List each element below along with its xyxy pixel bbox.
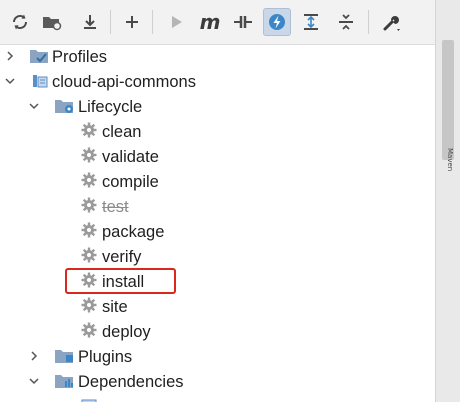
- chevron-down-icon[interactable]: [28, 375, 40, 387]
- generate-sources-icon[interactable]: [38, 8, 66, 36]
- lifecycle-goal-deploy[interactable]: deploy: [0, 319, 436, 344]
- add-icon[interactable]: [118, 8, 146, 36]
- chevron-right-icon[interactable]: [4, 50, 16, 62]
- maven-goal-glyph: m: [199, 10, 221, 34]
- toolbar-separator: [152, 10, 153, 34]
- chevron-down-icon[interactable]: [4, 75, 16, 87]
- lifecycle-goal-site[interactable]: site: [0, 294, 436, 319]
- maven-goal-icon[interactable]: m: [196, 8, 224, 36]
- gear-icon: [80, 296, 98, 319]
- gear-icon: [80, 121, 98, 144]
- goal-label: verify: [102, 248, 142, 266]
- run-icon[interactable]: [163, 8, 191, 36]
- gear-icon: [80, 321, 98, 344]
- gear-icon: [80, 196, 98, 219]
- lifecycle-folder-icon: [55, 100, 73, 113]
- plugins-folder-icon: [55, 350, 73, 363]
- toolbar-separator: [110, 10, 111, 34]
- lifecycle-goal-test[interactable]: test: [0, 194, 436, 219]
- lifecycle-goal-package[interactable]: package: [0, 219, 436, 244]
- tree-node-dependency-partial[interactable]: [0, 394, 436, 402]
- gear-icon: [80, 246, 98, 269]
- goal-label: site: [102, 298, 128, 316]
- tree-node-label: Profiles: [52, 48, 108, 66]
- chevron-down-icon[interactable]: [28, 100, 40, 112]
- gear-icon: [80, 146, 98, 169]
- reload-icon[interactable]: [6, 8, 34, 36]
- maven-side-tab[interactable]: Maven: [442, 40, 454, 171]
- chevron-right-icon[interactable]: [28, 350, 40, 362]
- tree-node-dependencies[interactable]: Dependencies: [0, 369, 436, 394]
- tree-node-label: Plugins: [78, 348, 133, 366]
- gear-icon: [80, 221, 98, 244]
- goal-label: compile: [102, 173, 159, 191]
- goal-label: deploy: [102, 323, 151, 341]
- tree-node-label: Dependencies: [78, 373, 184, 391]
- tree-node-plugins[interactable]: Plugins: [0, 344, 436, 369]
- tree-node-label: Lifecycle: [78, 98, 143, 116]
- install-highlight-box: [65, 268, 176, 294]
- maven-toolbar: m: [0, 0, 436, 45]
- collapse-all-icon[interactable]: [332, 8, 360, 36]
- download-icon[interactable]: [76, 8, 104, 36]
- goal-label: validate: [102, 148, 159, 166]
- folder-icon: [30, 50, 48, 63]
- maven-side-tab-label: Maven: [446, 148, 453, 172]
- lifecycle-goal-verify[interactable]: verify: [0, 244, 436, 269]
- dependencies-folder-icon: [55, 375, 73, 388]
- lifecycle-goal-compile[interactable]: compile: [0, 169, 436, 194]
- lifecycle-goal-validate[interactable]: validate: [0, 144, 436, 169]
- tree-node-lifecycle[interactable]: Lifecycle: [0, 94, 436, 119]
- toolbar-separator: [368, 10, 369, 34]
- tree-node-project[interactable]: cloud-api-commons: [0, 69, 436, 94]
- goal-label-skipped: test: [102, 198, 129, 216]
- side-tool-strip: Maven: [435, 0, 460, 402]
- maven-project-tree: Profiles cloud-api-commons Lifecycle cle…: [0, 44, 436, 402]
- library-icon: [81, 399, 97, 402]
- skip-tests-icon[interactable]: [263, 8, 291, 36]
- goal-label: clean: [102, 123, 142, 141]
- toggle-offline-icon[interactable]: [229, 8, 257, 36]
- goal-label: package: [102, 223, 165, 241]
- expand-all-icon[interactable]: [297, 8, 325, 36]
- tree-node-profiles[interactable]: Profiles: [0, 44, 436, 69]
- wrench-icon[interactable]: [378, 8, 406, 36]
- maven-module-icon: [33, 75, 48, 88]
- lifecycle-goal-clean[interactable]: clean: [0, 119, 436, 144]
- gear-icon: [80, 171, 98, 194]
- tree-node-label: cloud-api-commons: [52, 73, 196, 91]
